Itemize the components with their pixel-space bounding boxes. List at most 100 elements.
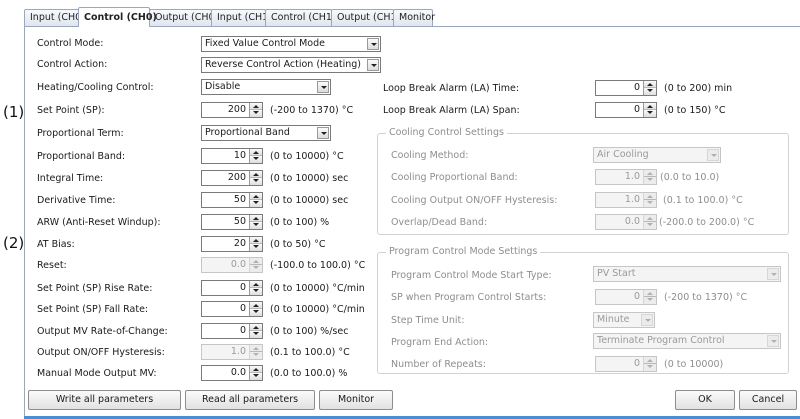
spin-down-icon[interactable] [250,110,262,117]
sp-fall-rate-label: Set Point (SP) Fall Rate: [37,304,149,315]
lba-span-label: Loop Break Alarm (LA) Span: [383,105,520,116]
spin-up-icon[interactable] [250,103,262,110]
chevron-down-icon [317,127,329,139]
arw-range: (0 to 100) % [270,217,330,228]
set-point-value: 200 [227,104,246,115]
derivative-time-range: (0 to 10000) sec [270,195,349,206]
write-all-button[interactable]: Write all parameters [28,390,181,410]
spin-down-icon[interactable] [250,331,262,338]
proportional-band-spinbox[interactable]: 10 [201,148,263,164]
ok-button[interactable]: OK [675,390,735,410]
at-bias-spinbox[interactable]: 20 [201,236,263,252]
spin-down-icon[interactable] [250,222,262,229]
control-action-select[interactable]: Reverse Control Action (Heating) [201,57,381,73]
spin-up-icon[interactable] [644,81,656,88]
spin-up-icon[interactable] [250,281,262,288]
heating-cooling-select[interactable]: Disable [201,79,331,95]
tab-control-ch1[interactable]: Control (CH1) [265,9,336,26]
cancel-button[interactable]: Cancel [739,390,797,410]
marker-2: (2) [3,234,25,252]
step-time-unit-select: Minute [593,312,655,328]
lba-time-spinbox[interactable]: 0 [595,80,657,96]
spin-down-icon [644,364,656,371]
spin-up-icon[interactable] [250,324,262,331]
at-bias-range: (0 to 50) °C [270,239,326,250]
control-mode-value: Fixed Value Control Mode [205,38,325,49]
program-start-type-value: PV Start [597,268,636,279]
overlap-spinbox: 0.0 [595,214,657,230]
monitor-button[interactable]: Monitor [319,390,393,410]
at-bias-value: 20 [233,238,246,249]
set-point-range: (-200 to 1370) °C [270,105,354,116]
mv-rate-spinbox[interactable]: 0 [201,323,263,339]
spin-up-icon[interactable] [250,171,262,178]
set-point-spinbox[interactable]: 200 [201,102,263,118]
cooling-hysteresis-label: Cooling Output ON/OFF Hysteresis: [391,195,558,206]
chevron-down-icon [367,59,379,71]
tab-output-ch1[interactable]: Output (CH1) [331,9,400,26]
cooling-method-value: Air Cooling [597,149,649,160]
spin-up-icon[interactable] [250,215,262,222]
sp-fall-rate-spinbox[interactable]: 0 [201,301,263,317]
spin-down-icon[interactable] [250,200,262,207]
reset-value: 0.0 [230,259,246,270]
sp-rise-rate-spinbox[interactable]: 0 [201,280,263,296]
tab-input-ch0[interactable]: Input (CH0) [24,9,85,26]
spin-down-icon[interactable] [250,288,262,295]
derivative-time-spinbox[interactable]: 50 [201,192,263,208]
lba-span-spinbox[interactable]: 0 [595,102,657,118]
chevron-down-icon [767,268,779,280]
spin-up-icon[interactable] [250,302,262,309]
spin-up-icon [644,357,656,364]
spin-up-icon [644,193,656,200]
chevron-down-icon [317,81,329,93]
spin-down-icon[interactable] [250,373,262,380]
spin-down-icon[interactable] [250,309,262,316]
spin-up-icon[interactable] [250,149,262,156]
read-all-button[interactable]: Read all parameters [185,390,315,410]
tab-strip: Input (CH0) Control (CH0) Output (CH0) I… [24,7,800,27]
control-mode-select[interactable]: Fixed Value Control Mode [201,36,381,52]
tab-input-ch1[interactable]: Input (CH1) [211,9,272,26]
mv-rate-value: 0 [239,325,246,336]
step-time-unit-label: Step Time Unit: [391,315,465,326]
chevron-down-icon [367,38,379,50]
cooling-hysteresis-value: 1.0 [624,194,640,205]
integral-time-spinbox[interactable]: 200 [201,170,263,186]
manual-mv-spinbox[interactable]: 0.0 [201,365,263,381]
spin-up-icon[interactable] [250,193,262,200]
repeats-label: Number of Repeats: [391,359,486,370]
proportional-band-label: Proportional Band: [37,151,126,162]
spin-up-icon[interactable] [644,103,656,110]
sp-fall-rate-range: (0 to 10000) °C/min [270,304,365,315]
manual-mv-label: Manual Mode Output MV: [37,368,157,379]
tab-output-ch0[interactable]: Output (CH0) [149,9,218,26]
proportional-band-value: 10 [233,150,246,161]
heating-cooling-label: Heating/Cooling Control: [37,82,154,93]
cooling-hysteresis-range: (0.1 to 100.0) °C [663,195,743,206]
arw-value: 50 [233,216,246,227]
at-bias-label: AT Bias: [37,239,75,250]
spin-down-icon[interactable] [250,156,262,163]
spin-down-icon[interactable] [250,178,262,185]
tab-control-ch0[interactable]: Control (CH0) [78,7,157,27]
onoff-hysteresis-range: (0.1 to 100.0) °C [270,347,350,358]
proportional-term-select[interactable]: Proportional Band [201,125,331,141]
tab-monitor[interactable]: Monitor [393,9,435,26]
spin-down-icon[interactable] [644,110,656,117]
chevron-down-icon [641,314,653,326]
program-start-type-select: PV Start [593,266,781,282]
proportional-term-value: Proportional Band [205,127,290,138]
onoff-hysteresis-value: 1.0 [230,346,246,357]
spin-up-icon[interactable] [250,237,262,244]
spin-up-icon[interactable] [250,366,262,373]
arw-label: ARW (Anti-Reset Windup): [37,217,161,228]
manual-mv-value: 0.0 [230,367,246,378]
spin-down-icon[interactable] [644,88,656,95]
set-point-label: Set Point (SP): [37,105,105,116]
spin-down-icon[interactable] [250,244,262,251]
reset-label: Reset: [37,260,67,271]
reset-spinbox: 0.0 [201,257,263,273]
proportional-term-label: Proportional Term: [37,128,124,139]
arw-spinbox[interactable]: 50 [201,214,263,230]
